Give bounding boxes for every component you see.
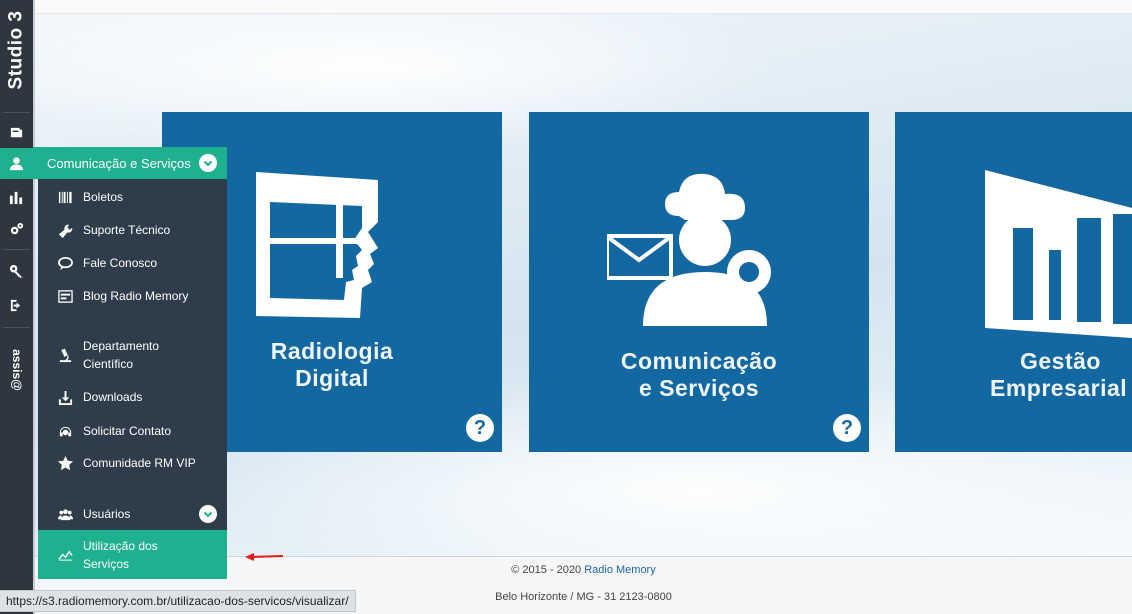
menu-item-departamento-cientifico[interactable]: Departamento Científico bbox=[38, 337, 227, 373]
rail-username: assis@ bbox=[9, 349, 24, 391]
menu-item-comunidade-rm-vip[interactable]: Comunidade RM VIP bbox=[38, 454, 227, 472]
wrench-icon bbox=[56, 221, 74, 239]
menu-item-label: Suporte Técnico bbox=[83, 223, 171, 237]
menu-item-label: Usuários bbox=[83, 507, 131, 521]
menu-item-usuarios[interactable]: Usuários bbox=[38, 505, 227, 523]
bar-chart-icon bbox=[985, 170, 1132, 338]
top-bar bbox=[35, 0, 1132, 14]
users-icon bbox=[56, 505, 74, 523]
red-arrow-icon bbox=[245, 553, 284, 561]
menu-item-utilizacao-dos-servicos[interactable]: Utilização dos Serviços bbox=[38, 530, 227, 579]
menu-item-label: Departamento Científico bbox=[83, 339, 160, 371]
microscope-icon bbox=[56, 346, 74, 364]
tile-gestao-empresarial[interactable]: Gestão Empresarial bbox=[895, 112, 1132, 452]
menu-item-downloads[interactable]: Downloads bbox=[38, 388, 227, 406]
headset-icon bbox=[56, 422, 74, 440]
radiology-head-icon bbox=[256, 172, 378, 318]
chat-bubble-icon bbox=[56, 254, 74, 272]
chevron-down-icon[interactable] bbox=[199, 154, 217, 172]
rail-divider bbox=[3, 112, 30, 113]
browser-status-url: https://s3.radiomemory.com.br/utilizacao… bbox=[0, 590, 356, 612]
menu-item-label: Solicitar Contato bbox=[83, 424, 172, 438]
tile-title-line2: Empresarial bbox=[990, 375, 1128, 401]
rail-logout-icon[interactable] bbox=[0, 290, 33, 320]
tile-comunicacao-servicos[interactable]: Comunicação e Serviços ? bbox=[529, 112, 869, 452]
tile-title-line1: Gestão bbox=[1020, 348, 1101, 374]
download-icon bbox=[56, 388, 74, 406]
menu-item-label: Comunidade RM VIP bbox=[83, 456, 196, 470]
radio-memory-link[interactable]: Radio Memory bbox=[584, 564, 656, 576]
menu-item-label: Downloads bbox=[83, 390, 143, 404]
menu-item-solicitar-contato[interactable]: Solicitar Contato bbox=[38, 422, 227, 440]
menu-item-label: Boletos bbox=[83, 190, 124, 204]
menu-item-suporte-tecnico[interactable]: Suporte Técnico bbox=[38, 221, 227, 239]
rail-divider bbox=[3, 327, 30, 328]
star-badge-icon bbox=[56, 454, 74, 472]
rail-edge bbox=[33, 0, 35, 614]
menu-item-label: Utilização dos Serviços bbox=[83, 538, 158, 571]
usage-graph-icon bbox=[56, 546, 74, 564]
help-icon[interactable]: ? bbox=[466, 414, 494, 442]
tile-title-line1: Comunicação bbox=[620, 348, 778, 374]
communication-person-icon bbox=[607, 173, 771, 326]
menu-item-blog-radio-memory[interactable]: Blog Radio Memory bbox=[38, 287, 227, 305]
blog-icon bbox=[56, 287, 74, 305]
tile-title-line2: e Serviços bbox=[638, 375, 760, 401]
left-rail: Studio 3 assis@ bbox=[0, 0, 33, 614]
menu-item-label: Blog Radio Memory bbox=[83, 289, 189, 303]
rail-radiology-icon[interactable] bbox=[0, 117, 33, 147]
barcode-icon bbox=[56, 188, 74, 206]
dropdown-menu: Boletos Suporte Técnico Fale Conosco Blo… bbox=[38, 179, 227, 579]
menu-header-comunicacao-servicos[interactable]: Comunicação e Serviços bbox=[33, 147, 227, 179]
rail-key-icon[interactable] bbox=[0, 256, 33, 286]
rail-settings-icon[interactable] bbox=[0, 214, 33, 244]
brand-logo: Studio 3 bbox=[5, 10, 27, 90]
menu-header-label: Comunicação e Serviços bbox=[47, 155, 191, 171]
menu-item-fale-conosco[interactable]: Fale Conosco bbox=[38, 254, 227, 272]
rail-user-icon[interactable] bbox=[0, 148, 33, 179]
menu-item-boletos[interactable]: Boletos bbox=[38, 188, 227, 206]
rail-divider bbox=[3, 249, 30, 250]
help-icon[interactable]: ? bbox=[833, 414, 861, 442]
menu-item-label: Fale Conosco bbox=[83, 256, 158, 270]
chevron-down-icon[interactable] bbox=[199, 505, 217, 523]
rail-chart-icon[interactable] bbox=[0, 182, 33, 212]
